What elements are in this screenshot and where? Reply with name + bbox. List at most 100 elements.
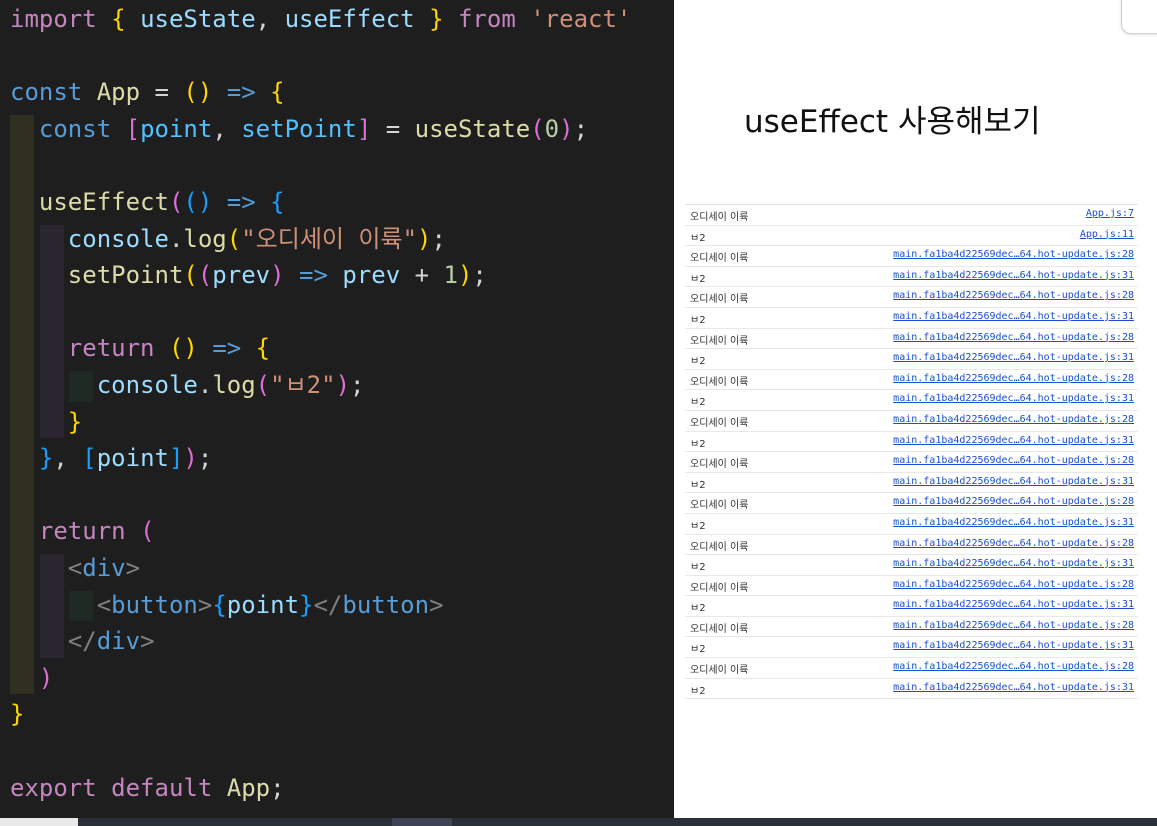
code-token: default — [111, 773, 213, 802]
console-source-link[interactable]: main.fa1ba4d22569dec…64.hot-update.js:31 — [893, 476, 1134, 487]
code-token: ) — [417, 224, 432, 253]
code-token: ( — [255, 371, 271, 399]
code-token: return — [38, 517, 126, 546]
console-row: 오디세이 이륙 main.fa1ba4d22569dec…64.hot-updat… — [685, 535, 1138, 556]
code-token: point — [96, 444, 169, 473]
console-message: ㅂ2 — [690, 603, 706, 615]
console-source-link[interactable]: main.fa1ba4d22569dec…64.hot-update.js:28 — [893, 455, 1134, 466]
code-line: <div> — [0, 551, 140, 585]
console-message: ㅂ2 — [690, 644, 706, 656]
console-source-link[interactable]: main.fa1ba4d22569dec…64.hot-update.js:28 — [893, 661, 1134, 672]
taskbar-left-segment — [0, 818, 78, 826]
code-token: [ — [82, 444, 97, 473]
console-message: 오디세이 이륙 — [690, 212, 749, 223]
console-row: 오디세이 이륙 main.fa1ba4d22569dec…64.hot-updat… — [685, 329, 1138, 350]
code-token: 1 — [443, 261, 458, 290]
devtools-console: 오디세이 이륙 App.js:7 ㅂ2 App.js:11 오디세이 이륙 main.fa… — [685, 204, 1138, 700]
code-token: export — [10, 773, 97, 802]
console-source-link[interactable]: main.fa1ba4d22569dec…64.hot-update.js:31 — [893, 558, 1134, 569]
console-source-link[interactable]: App.js:7 — [1086, 208, 1134, 219]
code-token: const — [10, 78, 83, 107]
console-row: 오디세이 이륙 main.fa1ba4d22569dec…64.hot-updat… — [685, 493, 1138, 514]
console-source-link[interactable]: main.fa1ba4d22569dec…64.hot-update.js:31 — [893, 311, 1134, 322]
code-token: . — [168, 224, 184, 253]
console-row: ㅂ2 main.fa1ba4d22569dec…64.hot-update.js:… — [685, 637, 1138, 659]
console-source-link[interactable]: main.fa1ba4d22569dec…64.hot-update.js:31 — [893, 682, 1134, 693]
taskbar-active-segment[interactable] — [392, 818, 452, 826]
code-token: < — [67, 554, 83, 582]
console-row: ㅂ2 main.fa1ba4d22569dec…64.hot-update.js:… — [685, 432, 1138, 453]
console-source-link[interactable]: main.fa1ba4d22569dec…64.hot-update.js:28 — [893, 538, 1134, 549]
code-token: ) — [335, 371, 351, 399]
code-token: prev — [212, 261, 271, 290]
console-source-link[interactable]: main.fa1ba4d22569dec…64.hot-update.js:28 — [893, 496, 1134, 507]
corner-tab[interactable] — [1121, 0, 1157, 34]
code-token: log — [183, 224, 227, 253]
console-row: ㅂ2 main.fa1ba4d22569dec…64.hot-update.js:… — [685, 390, 1138, 411]
code-token: ; — [472, 261, 487, 290]
code-token: point — [140, 114, 213, 143]
code-token: ; — [270, 773, 285, 802]
console-source-link[interactable]: main.fa1ba4d22569dec…64.hot-update.js:31 — [893, 435, 1134, 446]
console-source-link[interactable]: main.fa1ba4d22569dec…64.hot-update.js:31 — [893, 270, 1134, 281]
console-message: 오디세이 이륙 — [690, 582, 749, 594]
console-source-link[interactable]: main.fa1ba4d22569dec…64.hot-update.js:31 — [893, 599, 1134, 610]
code-token: "ㅂ2" — [270, 371, 336, 399]
console-source-link[interactable]: main.fa1ba4d22569dec…64.hot-update.js:28 — [893, 249, 1134, 260]
code-editor[interactable]: import { useState, useEffect } from 'rea… — [0, 0, 674, 818]
code-token: ) — [559, 114, 574, 143]
code-line: <button>{point}</button> — [0, 588, 444, 622]
code-token: useEffect — [38, 188, 169, 216]
console-source-link[interactable]: App.js:11 — [1080, 229, 1134, 240]
code-token: + — [400, 261, 444, 290]
code-token: => — [212, 334, 242, 363]
console-row: 오디세이 이륙 main.fa1ba4d22569dec…64.hot-updat… — [685, 658, 1138, 679]
code-token: > — [140, 627, 155, 656]
console-source-link[interactable]: main.fa1ba4d22569dec…64.hot-update.js:31 — [893, 517, 1134, 528]
code-line: useEffect(() => { — [0, 185, 285, 219]
code-token: . — [197, 371, 213, 399]
code-token: console — [67, 224, 169, 253]
console-source-link[interactable]: main.fa1ba4d22569dec…64.hot-update.js:28 — [893, 332, 1134, 343]
code-token: ; — [350, 371, 365, 399]
console-source-link[interactable]: main.fa1ba4d22569dec…64.hot-update.js:28 — [893, 579, 1134, 590]
console-message: ㅂ2 — [690, 520, 706, 532]
console-message: 오디세이 이륙 — [690, 417, 749, 429]
console-row: 오디세이 이륙 main.fa1ba4d22569dec…64.hot-updat… — [685, 246, 1138, 267]
console-source-link[interactable]: main.fa1ba4d22569dec…64.hot-update.js:31 — [893, 393, 1134, 404]
code-line: import { useState, useEffect } from 'rea… — [0, 2, 631, 36]
console-source-link[interactable]: main.fa1ba4d22569dec…64.hot-update.js:28 — [893, 290, 1134, 301]
console-message: 오디세이 이륙 — [690, 665, 749, 677]
console-message: 오디세이 이륙 — [690, 376, 749, 388]
console-source-link[interactable]: main.fa1ba4d22569dec…64.hot-update.js:31 — [893, 352, 1134, 363]
console-source-link[interactable]: main.fa1ba4d22569dec…64.hot-update.js:28 — [893, 620, 1134, 631]
code-token: => — [299, 261, 328, 290]
code-token: useEffect — [284, 5, 415, 33]
console-source-link[interactable]: main.fa1ba4d22569dec…64.hot-update.js:28 — [893, 373, 1134, 384]
console-message: 오디세이 이륙 — [690, 500, 749, 512]
console-source-link[interactable]: main.fa1ba4d22569dec…64.hot-update.js:28 — [893, 414, 1134, 425]
code-line: return () => { — [0, 331, 270, 365]
code-token: } — [429, 5, 444, 33]
console-source-link[interactable]: main.fa1ba4d22569dec…64.hot-update.js:31 — [893, 640, 1134, 651]
console-row: 오디세이 이륙 App.js:7 — [685, 205, 1138, 226]
page-heading: useEffect 사용해보기 — [744, 104, 1041, 140]
taskbar-strip — [0, 818, 1157, 826]
code-line: console.log("ㅂ2"); — [0, 368, 365, 402]
console-message: ㅂ2 — [690, 438, 706, 450]
code-token: () — [183, 78, 213, 107]
code-token: => — [226, 188, 256, 216]
